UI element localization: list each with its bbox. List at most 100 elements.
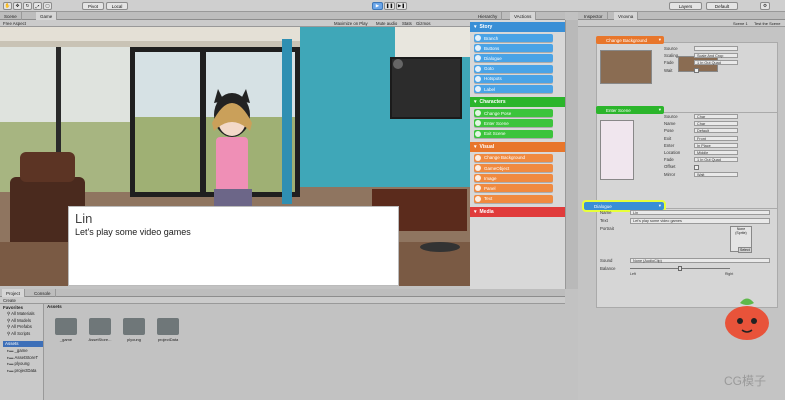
field-fade-value[interactable]: 1 In Out Quad <box>694 157 738 163</box>
favorite-all-scripts[interactable]: ⚲All Scripts <box>7 331 35 338</box>
section-characters-header[interactable]: ▾ Characters <box>470 97 565 108</box>
balance-slider-handle[interactable] <box>678 266 682 271</box>
vaction-goto-button[interactable]: Goto <box>474 64 553 73</box>
hand-tool-button[interactable]: ✋ <box>3 2 12 10</box>
pause-button[interactable]: ❚❚ <box>384 2 395 10</box>
layers-dropdown[interactable]: Layers <box>669 2 702 10</box>
settings-button[interactable]: ⚙ <box>760 2 770 10</box>
mute-toggle[interactable]: Mute audio <box>376 21 397 26</box>
field-wait-label: Wait <box>664 67 673 73</box>
chevron-down-icon: ▾ <box>474 143 477 150</box>
asset-folder-game[interactable]: _game <box>53 318 79 342</box>
asset-folder-assetstore[interactable]: AssetStore... <box>87 318 113 342</box>
scale-icon: ⤢ <box>35 3 40 9</box>
vaction-buttons-button[interactable]: Buttons <box>474 44 553 53</box>
vaction-label: Enter Scene <box>484 120 509 126</box>
assets-tree-item[interactable]: Assets <box>3 341 43 347</box>
tab-game[interactable]: Game <box>36 12 58 20</box>
layout-dropdown[interactable]: Default <box>706 2 738 10</box>
tab-project[interactable]: Project <box>2 289 26 297</box>
field-fade-label: Fade <box>664 157 674 163</box>
tab-vnovel[interactable]: Vnovna <box>614 12 639 20</box>
vaction-change-background-button[interactable]: Change Background <box>474 153 553 162</box>
field-wait-checkbox[interactable] <box>694 68 699 74</box>
field-pose-value[interactable]: Default <box>694 128 738 134</box>
tab-inspector[interactable]: Inspector <box>580 12 608 20</box>
tree-item-label: AssetStoreT <box>14 354 39 360</box>
field-scaling-value[interactable]: Scale And Crop <box>694 53 738 59</box>
vaction-label: GameObject <box>484 165 510 171</box>
vaction-label-button[interactable]: Label <box>474 85 553 93</box>
rotate-tool-button[interactable]: ↻ <box>23 2 32 10</box>
tab-scene[interactable]: Scene <box>0 12 22 20</box>
gameobject-icon <box>475 165 481 171</box>
project-tabbar: Project Console <box>0 289 565 297</box>
branch-icon <box>475 35 481 41</box>
field-source-value[interactable]: Char <box>694 114 738 119</box>
field-source-value[interactable] <box>694 46 738 51</box>
vaction-label: Hotspots <box>484 76 502 82</box>
pivot-toggle[interactable]: Pivot <box>82 2 104 10</box>
vnovel-tab-label: Vnovna <box>618 13 634 19</box>
maximize-toggle[interactable]: Maximize on Play <box>334 21 368 26</box>
field-sound-value[interactable]: None (AudioClip) <box>630 258 770 263</box>
field-offset-checkbox[interactable] <box>694 164 699 170</box>
vactions-scrollbar[interactable] <box>565 20 578 289</box>
scene-dropdown[interactable]: Scene 1 <box>733 21 748 26</box>
vaction-gameobject-button[interactable]: GameObject <box>474 164 553 172</box>
vactions-tabbar: Hierarchy VActions <box>470 12 565 20</box>
search-icon: ⚲ <box>7 330 11 336</box>
test-scene-button[interactable]: Test the Scene <box>754 21 780 26</box>
vaction-change-pose-button[interactable]: Change Pose <box>474 109 553 118</box>
node-title: Change Background <box>606 37 648 43</box>
asset-folder-plyoung[interactable]: plyoung <box>121 318 147 342</box>
section-visual-header[interactable]: ▾ Visual <box>470 141 565 152</box>
vaction-label: Dialogue <box>484 55 502 61</box>
field-name-value[interactable]: Lin <box>630 210 770 215</box>
gizmos-dropdown[interactable]: Gizmos <box>416 21 431 26</box>
tab-console[interactable]: Console <box>30 289 56 297</box>
play-button[interactable]: ▶ <box>372 2 383 10</box>
vaction-panel-button[interactable]: Panel <box>474 184 553 193</box>
vaction-enter-scene-button[interactable]: Enter Scene <box>474 119 553 128</box>
field-exit-value[interactable]: Front <box>694 135 738 141</box>
create-dropdown[interactable]: Create <box>3 298 16 303</box>
field-offset-label: Offset <box>664 164 676 170</box>
aspect-dropdown[interactable]: Free Aspect <box>3 21 26 26</box>
tab-hierarchy[interactable]: Hierarchy <box>474 12 503 20</box>
move-tool-button[interactable]: ✥ <box>13 2 22 10</box>
tree-item-projectdata[interactable]: ▸▬projectData <box>7 368 38 375</box>
local-toggle[interactable]: Local <box>106 2 128 10</box>
field-source-label: Source <box>664 46 678 51</box>
favorites-label[interactable]: Favorites <box>3 305 23 310</box>
tab-vactions[interactable]: VActions <box>510 12 537 20</box>
portrait-select-button[interactable]: Select <box>738 247 752 253</box>
pause-icon: ❚❚ <box>385 3 394 8</box>
field-name-value[interactable]: Char <box>694 121 738 127</box>
section-story-header[interactable]: ▾ Story <box>470 22 565 32</box>
vaction-text-button[interactable]: Text <box>474 194 553 203</box>
dialogue-node-header[interactable]: Dialogue ▾ <box>582 200 666 212</box>
field-enter-value[interactable]: In Place <box>694 142 738 148</box>
field-text-value[interactable]: Let's play some video games <box>630 218 770 224</box>
watermark-text: CG模子 <box>724 374 767 388</box>
field-mirror-value[interactable]: Wait <box>694 171 738 177</box>
asset-folder-projectdata[interactable]: projectData <box>155 318 181 342</box>
change-background-node-header[interactable]: Change Background ▾ <box>596 36 664 44</box>
field-location-value[interactable]: Middle <box>694 150 738 155</box>
step-button[interactable]: ▶❚ <box>396 2 407 10</box>
field-fade-value[interactable]: 1 In Out Quad <box>694 60 738 66</box>
vaction-image-button[interactable]: Image <box>474 174 553 183</box>
scale-tool-button[interactable]: ⤢ <box>33 2 42 10</box>
enter-scene-node-header[interactable]: Enter Scene ▾ <box>596 106 664 114</box>
vaction-hotspots-button[interactable]: Hotspots <box>474 74 553 83</box>
section-media-header[interactable]: ▾ Media <box>470 206 565 217</box>
inspector-tab-label: Inspector <box>584 13 603 19</box>
vaction-dialogue-button[interactable]: Dialogue <box>474 54 553 63</box>
text-icon <box>475 195 481 202</box>
rect-tool-button[interactable]: ▢ <box>43 2 52 10</box>
vaction-exit-scene-button[interactable]: Exit Scene <box>474 129 553 138</box>
vaction-branch-button[interactable]: Branch <box>474 34 553 42</box>
stats-toggle[interactable]: Stats <box>402 21 412 26</box>
section-title: Story <box>479 24 493 30</box>
